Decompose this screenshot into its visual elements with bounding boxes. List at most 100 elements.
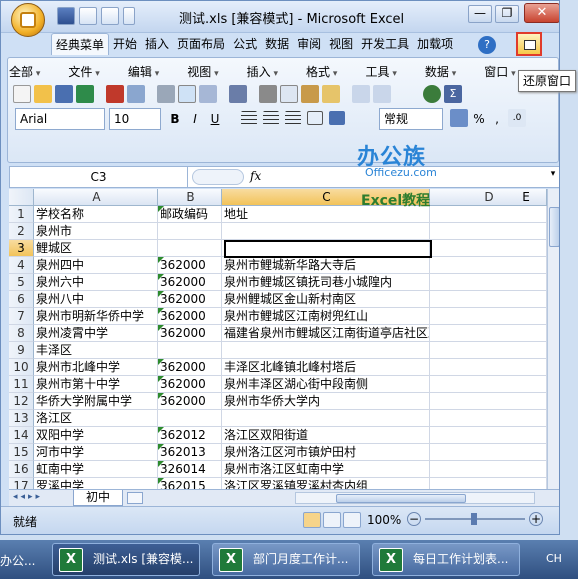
normal-view-icon[interactable] (303, 512, 321, 528)
sheet-nav-arrows-icon[interactable]: ◂◂▸▸ (13, 492, 43, 502)
zoom-out-button[interactable]: − (407, 512, 421, 526)
font-size-select[interactable]: 10 (109, 108, 161, 130)
cell-b[interactable] (158, 342, 222, 359)
ime-indicator[interactable]: CH (546, 552, 562, 565)
formula-cancel-enter-buttons[interactable] (192, 169, 244, 185)
save-icon[interactable] (57, 7, 75, 25)
fx-icon[interactable]: fx (250, 169, 261, 183)
vertical-scrollbar[interactable] (547, 189, 559, 489)
cell-d[interactable] (430, 359, 547, 376)
cell-a[interactable]: 鲤城区 (34, 240, 158, 257)
zoom-in-button[interactable]: + (529, 512, 543, 526)
customize-qat-icon[interactable] (123, 7, 135, 25)
cell-a[interactable]: 泉州八中 (34, 291, 158, 308)
expand-formula-icon[interactable]: ▾ (546, 169, 559, 185)
row-header[interactable]: 11 (9, 376, 34, 393)
cell-a[interactable]: 泉州市第十中学 (34, 376, 158, 393)
cell-b[interactable]: 362000 (158, 359, 222, 376)
italic-button[interactable]: I (185, 109, 205, 129)
taskbar-button-test-xls[interactable]: X 测试.xls [兼容模... (52, 543, 200, 576)
maximize-button[interactable]: ❐ (495, 5, 519, 23)
row-header[interactable]: 14 (9, 427, 34, 444)
paste-icon[interactable] (301, 85, 319, 103)
cell-a[interactable]: 罗溪中学 (34, 478, 158, 489)
merge-center-icon[interactable] (307, 111, 323, 125)
comma-button[interactable]: , (490, 109, 504, 129)
number-format-select[interactable]: 常规 (379, 108, 443, 130)
column-header-a[interactable]: A (34, 189, 158, 206)
cell-b[interactable]: 362000 (158, 274, 222, 291)
close-button[interactable]: ✕ (524, 3, 559, 23)
cell-c[interactable]: 泉州市鲤城区镇抚司巷小城隍内 (222, 274, 430, 291)
menu-data[interactable]: 数据 (425, 63, 456, 80)
cell-d[interactable] (430, 223, 547, 240)
cell-d[interactable] (430, 325, 547, 342)
bold-button[interactable]: B (165, 109, 185, 129)
taskbar-button-monthly-plan[interactable]: X 部门月度工作计... (212, 543, 360, 576)
horizontal-scrollbar[interactable] (295, 492, 535, 504)
tab-formulas[interactable]: 公式 (229, 33, 261, 55)
cell-d[interactable] (430, 444, 547, 461)
cell-d[interactable] (430, 376, 547, 393)
row-header[interactable]: 17 (9, 478, 34, 489)
cell-c[interactable]: 丰泽区北峰镇北峰村塔后 (222, 359, 430, 376)
horizontal-scroll-thumb[interactable] (336, 494, 466, 503)
tab-insert[interactable]: 插入 (141, 33, 173, 55)
print-icon[interactable] (157, 85, 175, 103)
cell-d[interactable] (430, 393, 547, 410)
redo-icon[interactable] (373, 85, 391, 103)
cell-c[interactable]: 泉州洛江区河市镇炉田村 (222, 444, 430, 461)
cell-b[interactable]: 362000 (158, 291, 222, 308)
column-header-e[interactable]: E (511, 190, 541, 204)
cell-a[interactable]: 华侨大学附属中学 (34, 393, 158, 410)
menu-window[interactable]: 窗口 (484, 63, 515, 80)
cell-c[interactable]: 泉州市鲤城新华路大寺后 (222, 257, 430, 274)
permission-icon[interactable] (127, 85, 145, 103)
cell-d[interactable] (430, 308, 547, 325)
row-header[interactable]: 13 (9, 410, 34, 427)
cell-a[interactable]: 泉州市北峰中学 (34, 359, 158, 376)
cell-b[interactable] (158, 223, 222, 240)
office-button[interactable] (11, 3, 45, 37)
print-preview-icon[interactable] (178, 85, 196, 103)
row-header[interactable]: 1 (9, 206, 34, 223)
format-painter-icon[interactable] (322, 85, 340, 103)
percent-button[interactable]: % (472, 109, 486, 129)
cell-b[interactable]: 326014 (158, 461, 222, 478)
sheet-tab-junior-high[interactable]: 初中 (73, 490, 123, 506)
row-header[interactable]: 9 (9, 342, 34, 359)
align-left-icon[interactable] (241, 111, 257, 125)
cell-b[interactable]: 邮政编码 (158, 206, 222, 223)
row-header[interactable]: 12 (9, 393, 34, 410)
hyperlink-icon[interactable] (423, 85, 441, 103)
cell-b[interactable]: 362000 (158, 257, 222, 274)
row-header[interactable]: 5 (9, 274, 34, 291)
cell-b[interactable]: 362012 (158, 427, 222, 444)
menu-tools[interactable]: 工具 (365, 63, 396, 80)
tab-page-layout[interactable]: 页面布局 (173, 33, 229, 55)
redo-icon[interactable] (101, 7, 119, 25)
cell-d[interactable] (430, 274, 547, 291)
cell-a[interactable]: 学校名称 (34, 206, 158, 223)
cell-a[interactable]: 虹南中学 (34, 461, 158, 478)
cell-d[interactable] (430, 410, 547, 427)
align-right-icon[interactable] (285, 111, 301, 125)
menu-insert[interactable]: 插入 (247, 63, 278, 80)
row-header[interactable]: 6 (9, 291, 34, 308)
cell-b[interactable] (158, 240, 222, 257)
row-header[interactable]: 16 (9, 461, 34, 478)
tab-home[interactable]: 开始 (109, 33, 141, 55)
cell-b[interactable]: 362000 (158, 308, 222, 325)
cell-b[interactable]: 362013 (158, 444, 222, 461)
insert-sheet-icon[interactable] (127, 492, 143, 504)
taskbar-button-daily-plan[interactable]: X 每日工作计划表... (372, 543, 520, 576)
cell-a[interactable]: 丰泽区 (34, 342, 158, 359)
zoom-slider-thumb[interactable] (471, 513, 477, 525)
cell-a[interactable]: 泉州市 (34, 223, 158, 240)
cell-a[interactable]: 泉州凌霄中学 (34, 325, 158, 342)
cell-d[interactable] (430, 427, 547, 444)
copy-icon[interactable] (280, 85, 298, 103)
column-header-b[interactable]: B (158, 189, 222, 206)
cell-c[interactable]: 福建省泉州市鲤城区江南街道亭店社区凌霄路321号 (222, 325, 430, 342)
cell-a[interactable]: 双阳中学 (34, 427, 158, 444)
